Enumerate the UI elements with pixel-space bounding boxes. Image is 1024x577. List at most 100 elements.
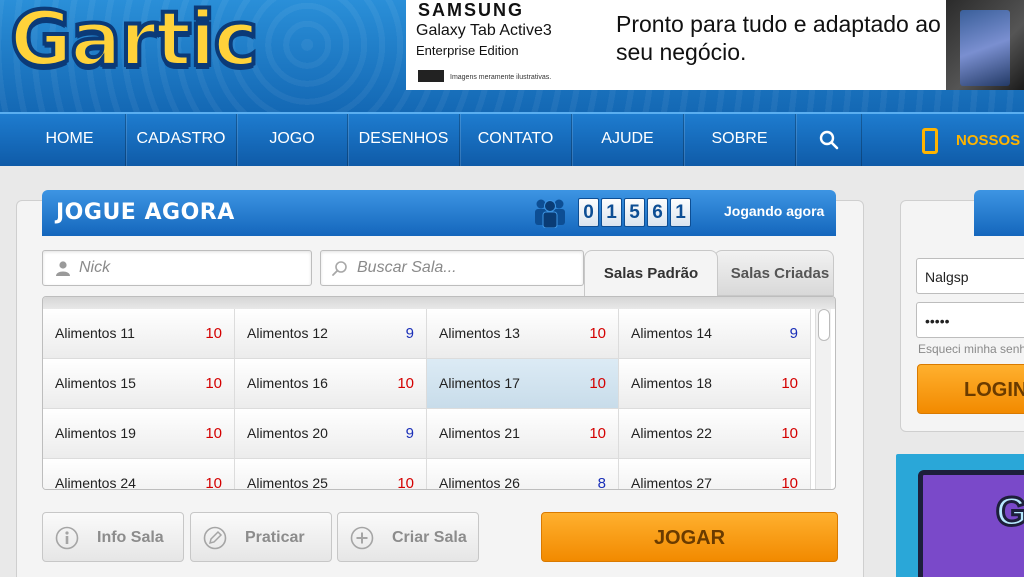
- room-item[interactable]: Alimentos 24 10: [43, 459, 235, 490]
- counter-digit: 0: [578, 198, 599, 227]
- room-item[interactable]: Alimentos 19 10: [43, 409, 235, 459]
- room-item[interactable]: Alimentos 17 10: [427, 359, 619, 409]
- password-field[interactable]: •••••: [916, 302, 1024, 338]
- room-name: Alimentos 24: [55, 475, 136, 490]
- room-name: Alimentos 27: [631, 475, 712, 490]
- room-player-count: 10: [205, 475, 222, 490]
- create-room-button[interactable]: Criar Sala: [337, 512, 479, 562]
- counter-digit: 1: [601, 198, 622, 227]
- room-player-count: 10: [205, 325, 222, 342]
- rooms-scrollbar[interactable]: [815, 309, 831, 489]
- room-name: Alimentos 13: [439, 325, 520, 341]
- room-player-count: 10: [589, 325, 606, 342]
- nav-item-desenhos[interactable]: DESENHOS: [348, 114, 460, 166]
- tab-label: Salas Criadas: [730, 265, 830, 282]
- room-player-count: 10: [781, 475, 798, 490]
- room-item[interactable]: Alimentos 16 10: [235, 359, 427, 409]
- players-counter: 0 1 5 6 1: [578, 198, 691, 227]
- scrollbar-thumb[interactable]: [818, 309, 830, 341]
- ad-brand: SAMSUNG: [418, 0, 525, 20]
- room-player-count: 10: [589, 425, 606, 442]
- plus-icon: [350, 526, 374, 550]
- forgot-password-link[interactable]: Esqueci minha senha: [918, 342, 1024, 356]
- promo-banner[interactable]: G: [896, 454, 1024, 577]
- room-name: Alimentos 14: [631, 325, 712, 341]
- play-button[interactable]: JOGAR: [541, 512, 838, 562]
- rooms-list: Alimentos 11 10 Alimentos 12 9 Alimentos 13 1…: [42, 296, 836, 490]
- room-name: Alimentos 11: [55, 325, 135, 341]
- room-item[interactable]: Alimentos 18 10: [619, 359, 811, 409]
- room-name: Alimentos 19: [55, 425, 136, 441]
- room-item[interactable]: Alimentos 22 10: [619, 409, 811, 459]
- search-icon: [332, 261, 347, 276]
- room-name: Alimentos 25: [247, 475, 328, 490]
- room-item[interactable]: Alimentos 11 10: [43, 309, 235, 359]
- page-title: JOGUE AGORA: [56, 200, 235, 225]
- info-room-button[interactable]: Info Sala: [42, 512, 184, 562]
- room-item[interactable]: Alimentos 27 10: [619, 459, 811, 490]
- search-icon: [819, 130, 839, 150]
- room-name: Alimentos 20: [247, 425, 328, 441]
- counter-digit: 5: [624, 198, 645, 227]
- main-nav: HOME CADASTRO JOGO DESENHOS CONTATO AJUD…: [0, 112, 1024, 166]
- nav-item-jogo[interactable]: JOGO: [237, 114, 348, 166]
- players-icon: [535, 199, 565, 228]
- ad-headline: Pronto para tudo e adaptado ao seu negóc…: [616, 11, 941, 65]
- rooms-grid: Alimentos 11 10 Alimentos 12 9 Alimentos 13 1…: [43, 309, 811, 490]
- practice-label: Praticar: [245, 529, 305, 546]
- ad-edition: Enterprise Edition: [416, 43, 519, 58]
- nav-item-contato[interactable]: CONTATO: [460, 114, 572, 166]
- room-player-count: 9: [789, 325, 798, 342]
- advertisement-banner[interactable]: SAMSUNG Galaxy Tab Active3 Enterprise Ed…: [406, 0, 1024, 90]
- counter-digit: 6: [647, 198, 668, 227]
- room-player-count: 9: [405, 425, 414, 442]
- promo-logo-icon: G: [994, 489, 1024, 536]
- pencil-icon: [203, 526, 227, 550]
- room-item[interactable]: Alimentos 25 10: [235, 459, 427, 490]
- room-item[interactable]: Alimentos 12 9: [235, 309, 427, 359]
- nav-search-button[interactable]: [796, 114, 862, 166]
- room-item[interactable]: Alimentos 26 8: [427, 459, 619, 490]
- room-name: Alimentos 17: [439, 375, 520, 391]
- room-player-count: 10: [781, 425, 798, 442]
- tab-salas-criadas[interactable]: Salas Criadas: [714, 250, 834, 296]
- login-button[interactable]: LOGIN: [917, 364, 1024, 414]
- tab-salas-padrao[interactable]: Salas Padrão: [584, 250, 718, 296]
- room-item[interactable]: Alimentos 21 10: [427, 409, 619, 459]
- practice-button[interactable]: Praticar: [190, 512, 332, 562]
- room-name: Alimentos 22: [631, 425, 712, 441]
- username-field[interactable]: Nalgsp: [916, 258, 1024, 294]
- playing-now-label: Jogando agora: [724, 203, 825, 219]
- nick-input[interactable]: [79, 251, 307, 285]
- ad-logo-icon: [418, 70, 444, 82]
- room-name: Alimentos 18: [631, 375, 712, 391]
- room-name: Alimentos 12: [247, 325, 328, 341]
- site-header: Gartic SAMSUNG Galaxy Tab Active3 Enterp…: [0, 0, 1024, 112]
- room-item[interactable]: Alimentos 20 9: [235, 409, 427, 459]
- nav-item-home[interactable]: HOME: [14, 114, 126, 166]
- create-room-label: Criar Sala: [392, 529, 467, 546]
- room-player-count: 9: [405, 325, 414, 342]
- gartic-logo[interactable]: Gartic: [8, 0, 261, 85]
- room-player-count: 10: [397, 375, 414, 392]
- phone-icon: [922, 128, 938, 154]
- ad-disclaimer: Imagens meramente ilustrativas.: [450, 74, 552, 81]
- play-panel-header: JOGUE AGORA 0 1 5 6 1 Jogando agora: [42, 190, 836, 236]
- nav-item-cadastro[interactable]: CADASTRO: [126, 114, 237, 166]
- user-icon: [56, 261, 70, 276]
- room-player-count: 10: [205, 375, 222, 392]
- room-player-count: 10: [397, 475, 414, 490]
- info-icon: [55, 526, 79, 550]
- nick-field: [42, 250, 312, 286]
- nav-promo-link[interactable]: NOSSOS A: [956, 114, 1024, 166]
- nav-item-sobre[interactable]: SOBRE: [684, 114, 796, 166]
- room-item[interactable]: Alimentos 15 10: [43, 359, 235, 409]
- room-item[interactable]: Alimentos 14 9: [619, 309, 811, 359]
- login-panel-header: [974, 190, 1024, 236]
- room-player-count: 10: [589, 375, 606, 392]
- room-name: Alimentos 21: [439, 425, 520, 441]
- room-player-count: 8: [597, 475, 606, 490]
- nav-item-ajude[interactable]: AJUDE: [572, 114, 684, 166]
- room-item[interactable]: Alimentos 13 10: [427, 309, 619, 359]
- room-search-input[interactable]: [357, 251, 577, 285]
